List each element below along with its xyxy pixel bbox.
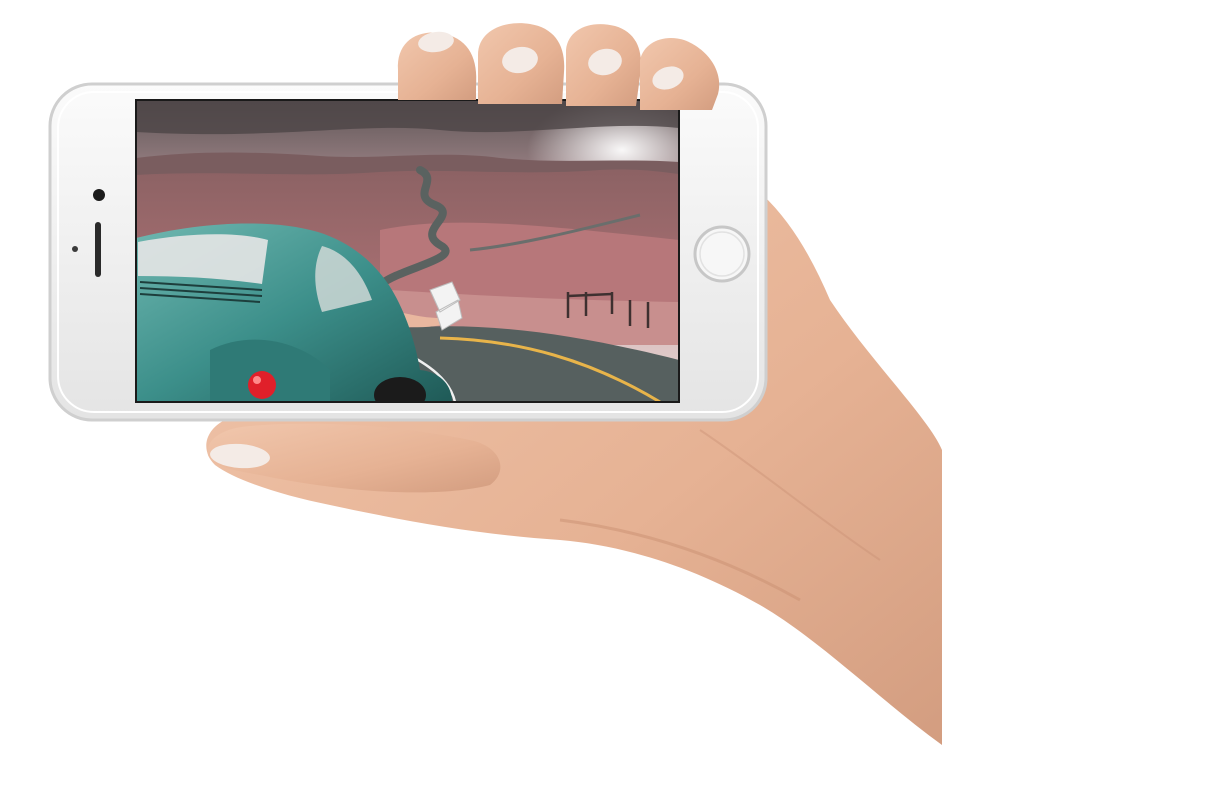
tail-light (248, 371, 276, 399)
front-camera (93, 189, 105, 201)
scene-svg (48, 23, 943, 745)
proximity-sensor (72, 246, 78, 252)
photo-scene (0, 0, 1226, 810)
tail-light-shine (253, 376, 261, 384)
phone-screen (136, 100, 679, 402)
earpiece-speaker (95, 222, 101, 277)
home-button (693, 225, 751, 283)
fingers (397, 23, 720, 110)
